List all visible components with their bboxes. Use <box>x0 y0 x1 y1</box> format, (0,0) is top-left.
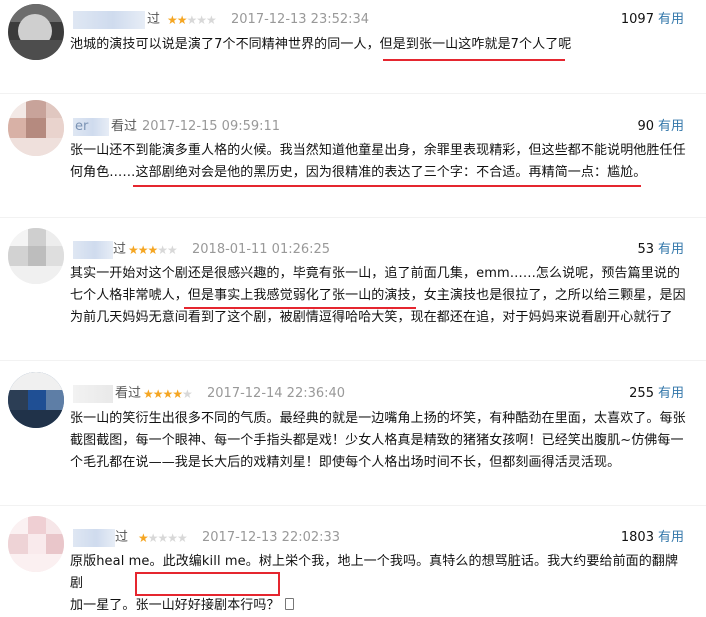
star-icon: ★ <box>138 531 149 545</box>
mobile-icon <box>284 598 294 610</box>
review-line: 张一山还不到能演多重人格的火候。我当然知道他童星出身，余罪里表现精彩，但这些都不… <box>70 143 686 158</box>
review-time: 2018-01-11 01:26:25 <box>192 242 331 257</box>
star-icon: ★★ <box>167 13 187 27</box>
avatar[interactable] <box>8 228 64 284</box>
useful-votes[interactable]: 1097 有用 <box>621 11 684 29</box>
useful-button[interactable]: 有用 <box>658 242 684 257</box>
star-icon: ★★★ <box>186 13 217 27</box>
rating-stars: ★★★★★ <box>167 11 217 29</box>
vote-count: 53 <box>637 242 654 257</box>
vote-count: 1803 <box>620 530 654 545</box>
useful-button[interactable]: 有用 <box>658 12 684 27</box>
review-time: 2017-12-15 09:59:11 <box>142 119 281 134</box>
highlight-box <box>135 572 280 596</box>
review-line-text: 加一星了。张一山好好接剧本行吗？ <box>70 598 280 613</box>
highlight-underline <box>184 307 416 309</box>
useful-votes[interactable]: 255 有用 <box>629 385 684 403</box>
review-text: 其实一开始对这个剧还是很感兴趣的，毕竟有张一山，追了前面几集，emm……怎么说呢… <box>70 263 690 329</box>
review-line: 七个人格非常唬人，但是事实上我感觉弱化了张一山的演技，女主演技也是很拉了，之所以… <box>70 288 686 303</box>
divider <box>0 505 706 506</box>
review-line: 张一山的笑衍生出很多不同的气质。最经典的就是一边嘴角上扬的坏笑，有种酷劲在里面，… <box>70 411 686 426</box>
vote-count: 90 <box>637 119 654 134</box>
review-text: 池城的演技可以说是演了7个不同精神世界的同一人，但是到张一山这咋就是7个人了呢 <box>70 34 690 56</box>
review-line: 截图截图，每一个眼神、每一个手指头都是戏！少女人格真是精致的猪猪女孩啊！已经笑出… <box>70 433 684 448</box>
star-icon: ★ <box>182 387 193 401</box>
username[interactable] <box>73 529 115 547</box>
review-line: 池城的演技可以说是演了7个不同精神世界的同一人，但是到张一山这咋就是7个人了呢 <box>70 37 572 52</box>
useful-votes[interactable]: 90 有用 <box>637 118 684 136</box>
review-line: 何角色……这部剧绝对会是他的黑历史，因为很精准的表达了三个字：不合适。再精简一点… <box>70 165 647 180</box>
avatar[interactable] <box>8 516 64 572</box>
watched-label: 过 <box>115 530 129 545</box>
avatar[interactable] <box>8 4 64 60</box>
highlight-underline <box>133 185 641 187</box>
username[interactable] <box>73 241 113 259</box>
star-icon: ★★★ <box>128 243 158 257</box>
star-icon: ★★★★ <box>147 531 188 545</box>
watched-label: 看过 <box>115 386 142 401</box>
divider <box>0 93 706 94</box>
review-line: 加一星了。张一山好好接剧本行吗？ <box>70 595 690 617</box>
review-time: 2017-12-14 22:36:40 <box>207 386 346 401</box>
useful-votes[interactable]: 1803 有用 <box>621 529 684 547</box>
star-icon: ★★ <box>157 243 177 257</box>
review-time: 2017-12-13 23:52:34 <box>231 12 370 27</box>
username[interactable]: er <box>73 118 109 136</box>
useful-button[interactable]: 有用 <box>658 119 684 134</box>
username[interactable] <box>73 11 145 29</box>
watched-label: 过 <box>147 12 161 27</box>
highlight-underline <box>383 59 565 61</box>
review-time: 2017-12-13 22:02:33 <box>202 530 341 545</box>
rating-stars: ★★★★★ <box>128 241 178 259</box>
star-icon: ★★★★ <box>143 387 183 401</box>
useful-button[interactable]: 有用 <box>658 386 684 401</box>
divider <box>0 360 706 361</box>
review-text: 张一山还不到能演多重人格的火候。我当然知道他童星出身，余罪里表现精彩，但这些都不… <box>70 140 690 184</box>
divider <box>0 217 706 218</box>
review-line: 个毛孔都在说——我是长大后的戏精刘星！即使每个人格出场时间不长，但都刻画得活灵活… <box>70 455 621 470</box>
vote-count: 255 <box>629 386 654 401</box>
avatar[interactable] <box>8 372 64 428</box>
watched-label: 过 <box>113 242 127 257</box>
vote-count: 1097 <box>620 12 654 27</box>
rating-stars: ★★★★★ <box>138 529 188 547</box>
username[interactable] <box>73 385 113 403</box>
useful-button[interactable]: 有用 <box>658 530 684 545</box>
watched-label: 看过 <box>111 119 138 134</box>
review-line: 其实一开始对这个剧还是很感兴趣的，毕竟有张一山，追了前面几集，emm……怎么说呢… <box>70 266 681 281</box>
useful-votes[interactable]: 53 有用 <box>637 241 684 259</box>
review-line: 为前几天妈妈无意间看到了这个剧，被剧情逗得哈哈大笑，现在都还在追，对于妈妈来说看… <box>70 310 673 325</box>
avatar[interactable] <box>8 100 64 156</box>
review-text: 张一山的笑衍生出很多不同的气质。最经典的就是一边嘴角上扬的坏笑，有种酷劲在里面，… <box>70 408 690 474</box>
rating-stars: ★★★★★ <box>143 385 193 403</box>
